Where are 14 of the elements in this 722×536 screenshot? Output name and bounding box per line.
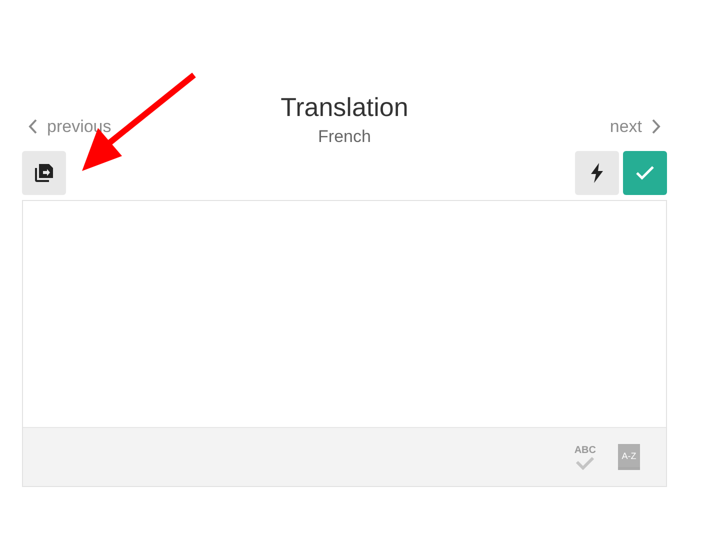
language-label: French [318,127,371,147]
auto-translate-button[interactable] [575,151,619,195]
next-link[interactable]: next [610,116,661,136]
checkmark-icon [635,165,655,181]
spellcheck-button[interactable]: ABC [574,444,596,470]
dictionary-button[interactable]: A-Z [618,444,640,470]
chevron-left-icon [28,119,37,134]
checkmark-icon [575,456,596,470]
copy-icon [35,164,53,182]
lightning-icon [590,163,604,183]
previous-link[interactable]: previous [28,116,281,136]
copy-source-button[interactable] [22,151,66,195]
chevron-right-icon [652,119,661,134]
page-title: Translation [280,92,408,123]
